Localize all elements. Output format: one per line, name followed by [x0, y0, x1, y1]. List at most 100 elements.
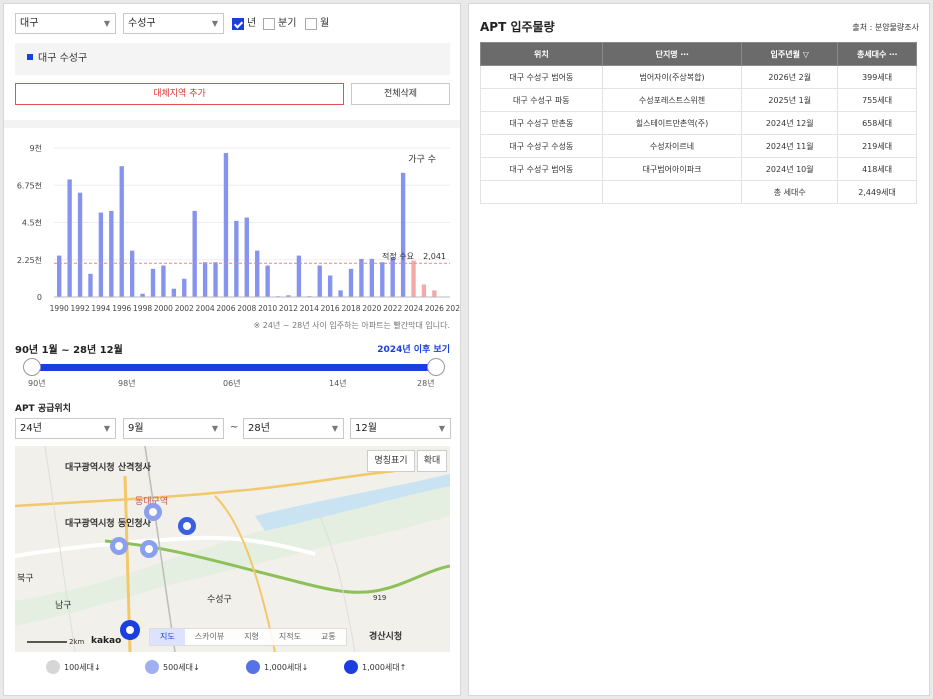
bar [265, 265, 270, 297]
bar [67, 179, 72, 297]
legend-500-label: 500세대↓ [163, 662, 200, 672]
section-divider [4, 120, 460, 128]
total-value: 2,449세대 [837, 180, 917, 204]
bar [77, 192, 83, 297]
x-tick-label: 2014 [300, 304, 319, 313]
to-year-select[interactable]: 28년 ▼ [243, 418, 344, 439]
checkbox-icon [263, 17, 275, 30]
slider-tick: 98년 [118, 379, 136, 388]
slider-tick: 14년 [329, 379, 347, 388]
table-cell [601, 180, 743, 204]
map-background [15, 446, 450, 652]
bar [317, 265, 322, 297]
col-move-in[interactable]: 입주년월 ▽ [741, 42, 839, 66]
city-select[interactable]: 대구 ▼ [15, 13, 116, 34]
table-total-row: 총 세대수 2,449세대 [480, 180, 917, 204]
map-label-gyeongsan: 경산시청 [369, 632, 403, 642]
x-tick-label: 2018 [341, 304, 360, 313]
x-tick-label: 2020 [362, 304, 381, 313]
table-cell: 수성포레스트스위첸 [601, 88, 743, 112]
legend-1000-under-label: 1,000세대↓ [264, 662, 309, 672]
table-cell: 399세대 [837, 65, 917, 89]
bar [223, 152, 229, 297]
y-tick-label: 4.5천 [22, 218, 42, 228]
x-tick-label: 1992 [71, 304, 90, 313]
from-month-select[interactable]: 9월 ▼ [123, 418, 224, 439]
slider-tick: 28년 [417, 379, 435, 388]
bar [192, 210, 197, 297]
bar [98, 212, 104, 297]
supply-location-title: APT 공급위치 [15, 404, 71, 414]
x-tick-label: 2016 [321, 304, 340, 313]
period-quarter-label: 분기 [278, 18, 297, 29]
tab-terrain[interactable]: 지형 [234, 629, 269, 645]
period-month-label: 월 [320, 18, 330, 29]
to-year-value: 28년 [248, 423, 270, 434]
bar [182, 278, 187, 297]
table-row[interactable]: 대구 수성구 파동 수성포레스트스위첸 2025년 1월 755세대 [480, 88, 917, 112]
series-label: 가구 수 [408, 154, 436, 165]
col-complex[interactable]: 단지명 ⋯ [601, 42, 743, 66]
tab-skyview[interactable]: 스카이뷰 [185, 629, 234, 645]
table-cell: 219세대 [837, 134, 917, 158]
period-quarter-checkbox[interactable]: 분기 [263, 17, 296, 30]
chevron-down-icon: ▼ [331, 424, 338, 433]
legend-100-label: 100세대↓ [64, 662, 101, 672]
bar [202, 262, 208, 297]
source-label: 출처 : 분양물량조사 [852, 23, 919, 32]
bar [348, 268, 354, 297]
selected-region-label: 대구 수성구 [38, 53, 88, 64]
table-row[interactable]: 대구 수성구 범어동 대구범어아이파크 2024년 10월 418세대 [480, 157, 917, 181]
table-cell: 658세대 [837, 111, 917, 135]
bar [161, 265, 166, 297]
period-month-checkbox[interactable]: 월 [305, 17, 329, 30]
bar [380, 262, 385, 297]
chevron-down-icon: ▼ [103, 19, 110, 28]
table-header-row: 위치 단지명 ⋯ 입주년월 ▽ 총세대수 ⋯ [480, 42, 917, 66]
table-row[interactable]: 대구 수성구 범어동 범어자이(주상복합) 2026년 2월 399세대 [480, 65, 917, 89]
district-select[interactable]: 수성구 ▼ [123, 13, 224, 34]
table-cell: 2024년 12월 [741, 111, 839, 135]
to-month-value: 12월 [355, 423, 377, 434]
bar [255, 250, 260, 297]
show-names-button[interactable]: 명칭표기 [367, 450, 415, 472]
bar [213, 262, 218, 297]
slider-tick: 06년 [223, 379, 241, 388]
slider-start-handle[interactable] [23, 358, 41, 376]
chevron-down-icon: ▼ [438, 424, 445, 433]
slider-end-handle[interactable] [427, 358, 445, 376]
after-2024-link[interactable]: 2024년 이후 보기 [377, 342, 450, 355]
map-label-sangyeok: 대구광역시청 산격청사 [65, 463, 151, 473]
period-slider-track[interactable] [32, 364, 436, 371]
panel-title: APT 입주물량 [480, 20, 555, 34]
y-tick-label: 2.25천 [17, 255, 42, 265]
legend-1000-over-label: 1,000세대↑ [362, 662, 407, 672]
x-tick-label: 2006 [216, 304, 235, 313]
table-cell: 대구 수성구 만촌동 [480, 111, 603, 135]
tab-cadastral[interactable]: 지적도 [269, 629, 311, 645]
to-month-select[interactable]: 12월 ▼ [350, 418, 451, 439]
map-label-bukgu: 북구 [17, 574, 34, 584]
period-year-checkbox[interactable]: 년 [232, 17, 256, 30]
delete-all-button[interactable]: 전체삭제 [351, 83, 450, 105]
col-location[interactable]: 위치 [480, 42, 603, 66]
tab-map[interactable]: 지도 [150, 629, 185, 645]
bar [57, 255, 62, 297]
tab-traffic[interactable]: 교통 [311, 629, 346, 645]
table-cell [480, 180, 603, 204]
x-tick-label: 2004 [196, 304, 215, 313]
table-row[interactable]: 대구 수성구 수성동 수성자이르네 2024년 11월 219세대 [480, 134, 917, 158]
map-type-tabs: 지도 스카이뷰 지형 지적도 교통 [149, 628, 347, 646]
y-tick-label: 0 [37, 293, 42, 302]
add-region-button[interactable]: 대체지역 추가 [15, 83, 344, 105]
from-year-select[interactable]: 24년 ▼ [15, 418, 116, 439]
supply-map[interactable]: 대구광역시청 산격청사 대구광역시청 동인청사 동대구역 수성구 남구 경산시청… [15, 446, 450, 652]
period-range: 90년 1월 ~ 28년 12월 [15, 345, 123, 356]
table-row[interactable]: 대구 수성구 만촌동 힐스테이트만촌역(주) 2024년 12월 658세대 [480, 111, 917, 135]
zoom-button[interactable]: 확대 [417, 450, 447, 472]
bar [171, 288, 177, 297]
x-tick-label: 2008 [237, 304, 256, 313]
pin-mid-icon [246, 660, 260, 674]
table-cell: 힐스테이트만촌역(주) [601, 111, 743, 135]
col-households[interactable]: 총세대수 ⋯ [837, 42, 917, 66]
